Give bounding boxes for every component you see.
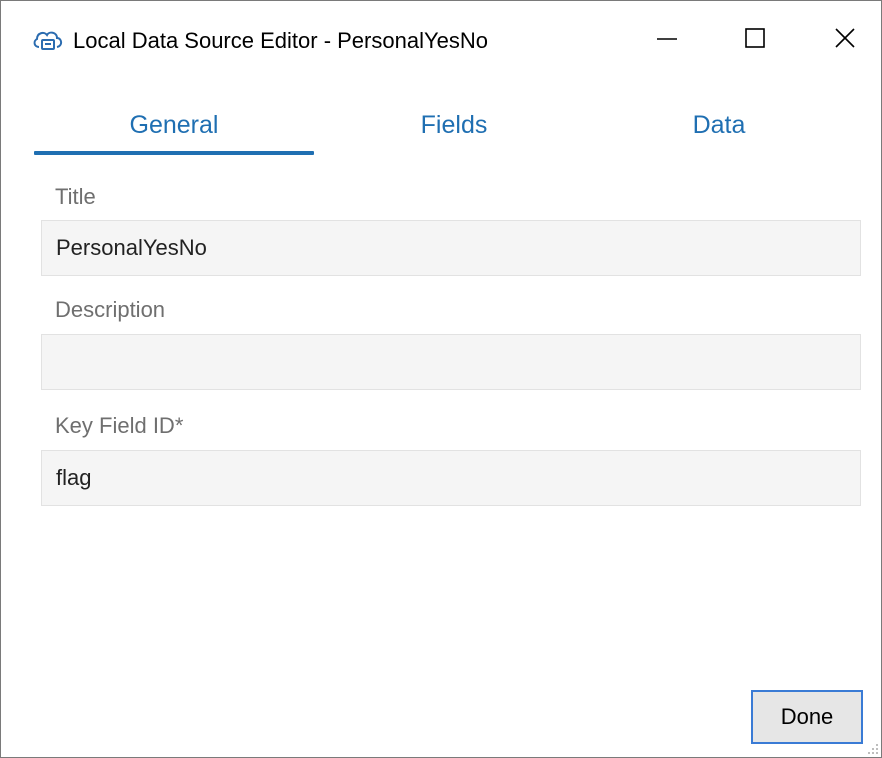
title-label: Title — [55, 184, 96, 209]
maximize-icon — [744, 27, 766, 54]
window-title: Local Data Source Editor - PersonalYesNo — [73, 28, 488, 53]
minimize-icon — [656, 27, 678, 54]
tab-general[interactable]: General — [34, 97, 314, 155]
resize-grip-icon[interactable] — [865, 741, 879, 755]
key-field-id-label: Key Field ID* — [55, 413, 184, 438]
description-label: Description — [55, 297, 166, 322]
close-button[interactable] — [821, 21, 869, 59]
description-input[interactable] — [41, 334, 861, 390]
done-button[interactable]: Done — [751, 690, 863, 744]
title-input[interactable] — [41, 220, 861, 276]
close-icon — [834, 27, 856, 54]
data-source-editor-window: Local Data Source Editor - PersonalYesNo… — [0, 0, 882, 758]
key-field-id-input[interactable] — [41, 450, 861, 506]
title-bar[interactable]: Local Data Source Editor - PersonalYesNo — [1, 1, 881, 79]
tab-fields[interactable]: Fields — [314, 97, 594, 155]
active-tab-indicator — [34, 151, 314, 155]
minimize-button[interactable] — [643, 21, 691, 59]
tab-data[interactable]: Data — [594, 97, 844, 155]
cloud-icon — [31, 27, 65, 53]
maximize-button[interactable] — [731, 21, 779, 59]
tab-bar: General Fields Data — [1, 97, 881, 155]
